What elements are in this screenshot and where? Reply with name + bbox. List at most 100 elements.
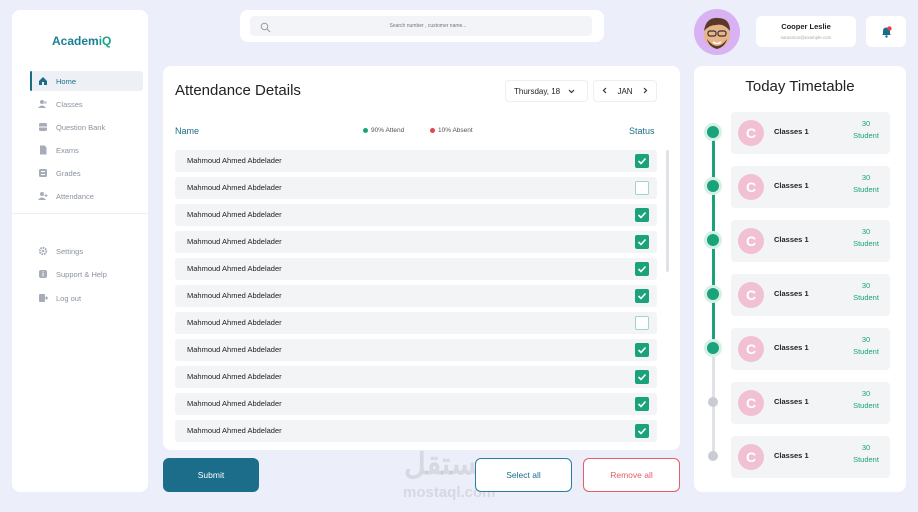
- table-row: Mahmoud Ahmed Abdelader: [175, 258, 657, 280]
- class-card[interactable]: C Classes 1 30 Student: [731, 274, 890, 316]
- search-icon[interactable]: [260, 20, 271, 38]
- class-avatar: C: [738, 390, 764, 416]
- app-logo[interactable]: AcademiQ: [52, 34, 111, 48]
- avatar[interactable]: [694, 9, 740, 55]
- class-avatar: C: [738, 336, 764, 362]
- student-name: Mahmoud Ahmed Abdelader: [187, 210, 282, 219]
- sidebar-item-home[interactable]: Home: [30, 71, 143, 91]
- sidebar: AcademiQ Home Classes Question Bank Exam…: [12, 10, 148, 492]
- table-row: Mahmoud Ahmed Abdelader: [175, 177, 657, 199]
- student-count: 30 Student: [853, 281, 879, 302]
- timeline-dot: [708, 451, 718, 461]
- class-name: Classes 1: [774, 127, 809, 136]
- notification-button[interactable]: [866, 16, 906, 47]
- status-checkbox[interactable]: [635, 424, 649, 438]
- class-card[interactable]: C Classes 1 30 Student: [731, 166, 890, 208]
- status-checkbox[interactable]: [635, 316, 649, 330]
- student-name: Mahmoud Ahmed Abdelader: [187, 156, 282, 165]
- table-row: Mahmoud Ahmed Abdelader: [175, 312, 657, 334]
- student-count: 30 Student: [853, 335, 879, 356]
- sidebar-item-logout[interactable]: Log out: [30, 288, 143, 308]
- status-checkbox[interactable]: [635, 181, 649, 195]
- check-icon: [637, 346, 647, 354]
- table-row: Mahmoud Ahmed Abdelader: [175, 420, 657, 442]
- timeline-dot: [707, 180, 719, 192]
- sidebar-item-label: Log out: [56, 293, 82, 303]
- sidebar-item-question-bank[interactable]: Question Bank: [30, 117, 143, 137]
- sidebar-item-label: Attendance: [56, 191, 94, 201]
- student-name: Mahmoud Ahmed Abdelader: [187, 291, 282, 300]
- check-icon: [637, 211, 647, 219]
- remove-all-button[interactable]: Remove all: [583, 458, 680, 492]
- search-input[interactable]: [278, 19, 578, 33]
- class-card[interactable]: C Classes 1 30 Student: [731, 382, 890, 424]
- student-name: Mahmoud Ahmed Abdelader: [187, 183, 282, 192]
- legend-attend: 90% Attend: [363, 127, 404, 134]
- user-name: Cooper Leslie: [781, 22, 831, 31]
- sidebar-item-label: Grades: [56, 168, 81, 178]
- table-row: Mahmoud Ahmed Abdelader: [175, 204, 657, 226]
- timeline-dot: [707, 342, 719, 354]
- timeline-dot: [708, 397, 718, 407]
- table-row: Mahmoud Ahmed Abdelader: [175, 231, 657, 253]
- home-icon: [38, 76, 48, 86]
- sidebar-item-label: Settings: [56, 246, 84, 256]
- class-card[interactable]: C Classes 1 30 Student: [731, 112, 890, 154]
- chevron-left-icon[interactable]: [602, 87, 607, 96]
- sidebar-item-support[interactable]: Support & Help: [30, 264, 143, 284]
- class-name: Classes 1: [774, 289, 809, 298]
- class-avatar: C: [738, 174, 764, 200]
- page-title: Attendance Details: [175, 82, 301, 99]
- date-select[interactable]: Thursday, 18: [505, 80, 588, 102]
- sidebar-item-settings[interactable]: Settings: [30, 241, 143, 261]
- class-avatar: C: [738, 120, 764, 146]
- student-name: Mahmoud Ahmed Abdelader: [187, 399, 282, 408]
- class-card[interactable]: C Classes 1 30 Student: [731, 328, 890, 370]
- document-icon: [38, 145, 48, 155]
- table-row: Mahmoud Ahmed Abdelader: [175, 366, 657, 388]
- select-all-button[interactable]: Select all: [475, 458, 572, 492]
- chevron-right-icon[interactable]: [643, 87, 648, 96]
- scrollbar[interactable]: [666, 150, 669, 272]
- sidebar-item-grades[interactable]: Grades: [30, 163, 143, 183]
- status-checkbox[interactable]: [635, 154, 649, 168]
- sidebar-item-label: Question Bank: [56, 122, 106, 132]
- sidebar-item-classes[interactable]: Classes: [30, 94, 143, 114]
- status-checkbox[interactable]: [635, 370, 649, 384]
- class-avatar: C: [738, 282, 764, 308]
- status-checkbox[interactable]: [635, 208, 649, 222]
- student-count: 30 Student: [853, 173, 879, 194]
- date-value: Thursday, 18: [514, 86, 561, 96]
- user-card[interactable]: Cooper Leslie sarasmus@example.com: [756, 16, 856, 47]
- sidebar-item-label: Classes: [56, 99, 83, 109]
- class-name: Classes 1: [774, 451, 809, 460]
- bell-icon: [881, 25, 892, 43]
- table-row: Mahmoud Ahmed Abdelader: [175, 339, 657, 361]
- timetable-panel: Today Timetable C Classes 1 30 Student C Cla…: [694, 66, 906, 492]
- month-select: JAN: [593, 80, 657, 102]
- check-icon: [637, 427, 647, 435]
- status-checkbox[interactable]: [635, 397, 649, 411]
- check-icon: [637, 292, 647, 300]
- sidebar-item-attendance[interactable]: Attendance: [30, 186, 143, 206]
- timeline-dot: [707, 126, 719, 138]
- gear-icon: [38, 246, 48, 256]
- class-card[interactable]: C Classes 1 30 Student: [731, 436, 890, 478]
- status-checkbox[interactable]: [635, 289, 649, 303]
- student-count: 30 Student: [853, 227, 879, 248]
- red-dot-icon: [430, 128, 435, 133]
- sidebar-item-label: Home: [56, 76, 77, 86]
- class-avatar: C: [738, 444, 764, 470]
- status-checkbox[interactable]: [635, 235, 649, 249]
- status-checkbox[interactable]: [635, 262, 649, 276]
- status-checkbox[interactable]: [635, 343, 649, 357]
- student-name: Mahmoud Ahmed Abdelader: [187, 237, 282, 246]
- student-name: Mahmoud Ahmed Abdelader: [187, 345, 282, 354]
- search-bar: [240, 10, 604, 42]
- class-card[interactable]: C Classes 1 30 Student: [731, 220, 890, 262]
- sidebar-item-label: Exams: [56, 145, 79, 155]
- chevron-down-icon: [568, 87, 575, 96]
- sidebar-item-exams[interactable]: Exams: [30, 140, 143, 160]
- submit-button[interactable]: Submit: [163, 458, 259, 492]
- info-icon: [38, 269, 48, 279]
